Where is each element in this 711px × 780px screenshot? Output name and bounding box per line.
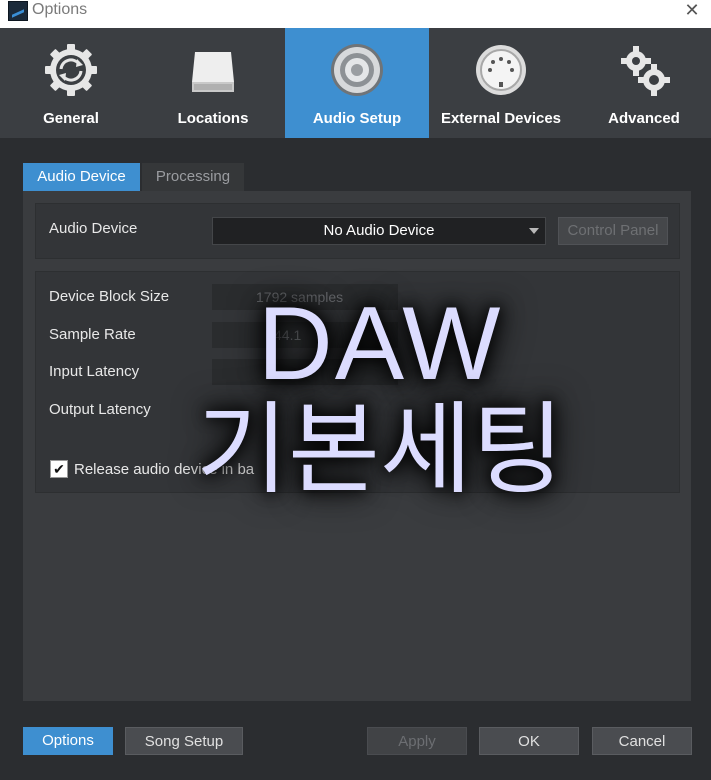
- tab-general[interactable]: General: [0, 28, 142, 138]
- tab-external-devices-label: External Devices: [440, 110, 562, 127]
- gears-icon: [616, 42, 672, 98]
- ok-button[interactable]: OK: [479, 727, 579, 755]
- tab-advanced-label: Advanced: [608, 110, 680, 127]
- sample-rate-field[interactable]: 44.1: [212, 322, 398, 348]
- output-latency-label: Output Latency: [49, 401, 151, 418]
- sync-gear-icon: [43, 42, 99, 98]
- tab-locations[interactable]: Locations: [142, 28, 284, 138]
- window-title: Options: [32, 1, 88, 18]
- drive-icon: [185, 42, 241, 98]
- sample-rate-label: Sample Rate: [49, 326, 136, 343]
- tab-locations-label: Locations: [177, 110, 249, 127]
- tab-audio-setup-label: Audio Setup: [312, 110, 402, 127]
- apply-button: Apply: [367, 727, 467, 755]
- subtab-audio-device[interactable]: Audio Device: [23, 163, 140, 191]
- input-latency-label: Input Latency: [49, 363, 140, 380]
- title-bar: Options ✕: [0, 0, 711, 28]
- tab-advanced[interactable]: Advanced: [573, 28, 711, 138]
- app-icon: [8, 1, 28, 21]
- close-icon[interactable]: ✕: [681, 0, 703, 22]
- audio-device-select[interactable]: No Audio Device: [212, 217, 546, 245]
- control-panel-button: Control Panel: [558, 217, 668, 245]
- release-device-checkbox[interactable]: ✔: [50, 460, 68, 478]
- song-setup-button[interactable]: Song Setup: [125, 727, 243, 755]
- tab-external-devices[interactable]: External Devices: [430, 28, 572, 138]
- block-size-field[interactable]: 1792 samples: [212, 284, 398, 310]
- speaker-icon: [329, 42, 385, 98]
- device-settings-group: Device Block Size 1792 samples Sample Ra…: [35, 271, 680, 493]
- tab-general-label: General: [43, 110, 99, 127]
- cancel-button[interactable]: Cancel: [592, 727, 692, 755]
- audio-device-label: Audio Device: [49, 220, 138, 237]
- block-size-label: Device Block Size: [49, 288, 170, 305]
- subtab-processing[interactable]: Processing: [142, 163, 244, 191]
- release-device-label: Release audio device in ba: [74, 461, 255, 478]
- audio-device-panel: Audio Device No Audio Device Control Pan…: [23, 191, 691, 701]
- audio-device-group: Audio Device No Audio Device Control Pan…: [35, 203, 680, 259]
- audio-setup-content: Audio Device Processing Audio Device No …: [0, 138, 711, 780]
- midi-port-icon: [473, 42, 529, 98]
- options-category-bar: General Locations Audio Setup External D…: [0, 28, 711, 138]
- input-latency-field: [212, 359, 398, 385]
- audio-device-select-value: No Audio Device: [323, 222, 435, 239]
- chevron-down-icon: [529, 228, 539, 234]
- tab-audio-setup[interactable]: Audio Setup: [285, 28, 429, 138]
- options-button[interactable]: Options: [23, 727, 113, 755]
